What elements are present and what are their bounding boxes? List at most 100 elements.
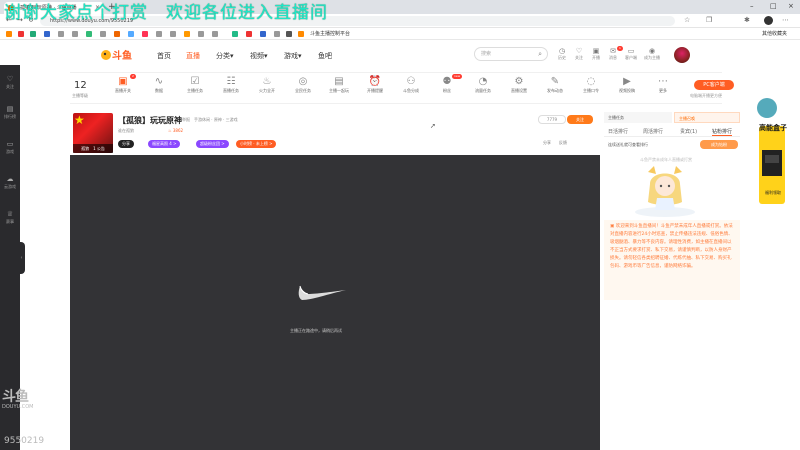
- bookmark-icon[interactable]: [170, 31, 176, 37]
- header-be-streamer[interactable]: ◉ 成为主播: [643, 47, 661, 61]
- task-icon: ☑: [190, 76, 200, 87]
- toolbar-item[interactable]: ▤ 主播一起玩: [324, 76, 354, 94]
- toolbar-item[interactable]: ☷ 直播任务: [216, 76, 246, 94]
- collections-icon[interactable]: ❐: [706, 16, 712, 24]
- tab-vip[interactable]: 贵宾(1): [680, 128, 697, 135]
- toolbar-item[interactable]: ◌ 主播口令: [576, 76, 606, 94]
- toolbar-item[interactable]: ⏰ 开播提醒: [360, 76, 390, 94]
- follow-icon: ♡: [575, 47, 583, 55]
- toolbar-item[interactable]: ▶ 视频投稿: [612, 76, 642, 94]
- bookmark-icon[interactable]: [128, 31, 134, 37]
- streamer-name[interactable]: 谁在孤狼: [118, 128, 134, 134]
- bookmark-icon[interactable]: [286, 31, 292, 37]
- share-pill[interactable]: 分享: [118, 140, 134, 148]
- toolbar-item[interactable]: ◔ 流量任务: [468, 76, 498, 94]
- toolbar-item[interactable]: ⋯ 更多: [648, 76, 678, 94]
- sidebar-item-game[interactable]: ▭ 游戏: [0, 140, 20, 155]
- hour-rank-pill[interactable]: 小时榜 · 未上榜 >: [236, 140, 277, 148]
- search-input[interactable]: 搜索 ⌕: [474, 47, 548, 61]
- bookmark-icon[interactable]: [274, 31, 280, 37]
- profile-icon[interactable]: [764, 16, 773, 25]
- nav-category[interactable]: 分类▾: [216, 51, 234, 61]
- toolbar-badge-new: new: [452, 74, 463, 79]
- toolbar-item[interactable]: ☑ 主播任务: [180, 76, 210, 94]
- search-icon[interactable]: ⌕: [538, 48, 542, 60]
- bookmark-icon[interactable]: [58, 31, 64, 37]
- bookmark-icon[interactable]: [246, 31, 252, 37]
- menu-icon[interactable]: ⋯: [782, 16, 789, 24]
- bookmark-icon[interactable]: [298, 31, 304, 37]
- bookmark-icon[interactable]: [114, 31, 120, 37]
- trophy-icon: ♕: [6, 210, 14, 218]
- hot-value: ♨ 3862: [168, 128, 184, 133]
- streamer-summon-tab[interactable]: 主播召唤: [674, 112, 740, 123]
- nav-video[interactable]: 视频▾: [250, 51, 268, 61]
- toolbar-item[interactable]: ⚙ 直播设置: [504, 76, 534, 94]
- maximize-icon[interactable]: □: [770, 2, 777, 10]
- bookmark-icon[interactable]: [44, 31, 50, 37]
- toolbar-item[interactable]: ♨ 火力全开: [252, 76, 282, 94]
- bookmark-icon[interactable]: [100, 31, 106, 37]
- bookmark-douyu-panel[interactable]: 斗鱼主播控制平台: [310, 30, 350, 37]
- bookmark-icon[interactable]: [142, 31, 148, 37]
- list-icon: ☷: [226, 76, 236, 87]
- ad-mascot-icon[interactable]: [757, 98, 777, 118]
- nav-fishbar[interactable]: 鱼吧: [318, 51, 332, 61]
- bookmark-icon[interactable]: [30, 31, 36, 37]
- header-broadcast[interactable]: ▣ 开播: [587, 47, 605, 61]
- loading-logo-icon: [298, 285, 346, 300]
- tab-day-rank[interactable]: 日活排行: [608, 128, 628, 135]
- mascot-illustration-icon: [635, 166, 695, 217]
- ad-subtitle: 福利领取: [765, 190, 781, 195]
- stream-overlay-text: 谢谢大家点个打赏 欢迎各位进入直播间: [4, 3, 328, 23]
- sidebar-item-cloud-game[interactable]: ☁ 云游戏: [0, 175, 20, 190]
- sidebar-item-match[interactable]: ♕ 赛事: [0, 210, 20, 225]
- toolbar-item[interactable]: ∿ 数据: [144, 76, 174, 94]
- other-bookmarks[interactable]: 其他收藏夹: [762, 30, 787, 37]
- streamer-task-tab[interactable]: 主播任务: [604, 112, 672, 123]
- bookmark-icon[interactable]: [86, 31, 92, 37]
- client-icon: ▭: [627, 47, 635, 55]
- minimize-icon[interactable]: –: [750, 2, 754, 10]
- star-icon[interactable]: ☆: [684, 16, 690, 24]
- bookmark-icon[interactable]: [6, 31, 12, 37]
- toolbar-item[interactable]: ◎ 全民任务: [288, 76, 318, 94]
- tab-diamond-rank[interactable]: 钻粉排行: [712, 128, 733, 136]
- toolbar-item[interactable]: ⚇ 斗鱼分成: [396, 76, 426, 94]
- settings-icon: ⚙: [514, 76, 524, 87]
- pc-client-button[interactable]: PC客户端: [694, 80, 734, 90]
- sidebar-item-follow[interactable]: ♡ 关注: [0, 75, 20, 90]
- douyu-logo[interactable]: 斗鱼: [100, 48, 134, 62]
- bookmark-icon[interactable]: [72, 31, 78, 37]
- toolbar-item[interactable]: ✎ 发布动态: [540, 76, 570, 94]
- bookmark-icon[interactable]: [260, 31, 266, 37]
- follow-button[interactable]: 关注: [567, 115, 593, 124]
- header-history[interactable]: ◷ 历史: [553, 47, 571, 61]
- nav-game[interactable]: 游戏▾: [284, 51, 302, 61]
- room-meta[interactable]: 举报 手游休闲 · 原神 · 三游戏: [182, 117, 238, 123]
- header-client[interactable]: ▭ 客户端: [622, 47, 640, 61]
- sidebar-collapse-icon[interactable]: ‹: [18, 242, 25, 274]
- alarm-icon: ⏰: [368, 76, 382, 87]
- notice-icon: ▣: [610, 224, 615, 229]
- bookmark-icon[interactable]: [18, 31, 24, 37]
- extensions-icon[interactable]: ✱: [744, 16, 750, 24]
- bookmark-icon[interactable]: [232, 31, 238, 37]
- clipboard-icon: ▤: [334, 76, 344, 87]
- sidebar-item-rank[interactable]: ▤ 排行榜: [0, 105, 20, 120]
- tab-week-rank[interactable]: 周活排行: [643, 128, 663, 135]
- user-avatar[interactable]: [674, 47, 690, 63]
- bookmark-icon[interactable]: [198, 31, 204, 37]
- become-diamond-button[interactable]: 成为钻粉: [700, 140, 738, 149]
- header-follow[interactable]: ♡ 关注: [570, 47, 588, 61]
- bookmark-icon[interactable]: [184, 31, 190, 37]
- fan-club-pill[interactable]: 超级粉丝团 >: [196, 140, 229, 148]
- share-feedback[interactable]: 分享 反馈: [543, 140, 567, 146]
- nav-home[interactable]: 首页: [157, 51, 171, 61]
- nav-live[interactable]: 直播: [186, 51, 200, 61]
- close-window-icon[interactable]: ×: [788, 2, 794, 10]
- badge-pill[interactable]: 福星高照 4 >: [148, 140, 181, 148]
- more-icon: ⋯: [658, 76, 668, 87]
- bookmark-icon[interactable]: [212, 31, 218, 37]
- bookmark-icon[interactable]: [156, 31, 162, 37]
